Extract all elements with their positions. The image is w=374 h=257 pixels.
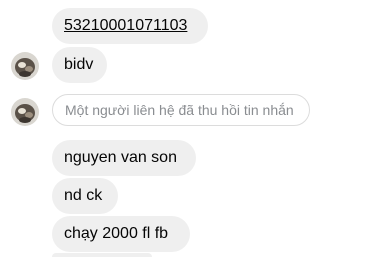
message-text: bidv bbox=[64, 56, 94, 73]
message-bubble[interactable]: bidv bbox=[52, 47, 107, 83]
message-bubble[interactable]: nd ck bbox=[52, 178, 118, 214]
message-bubble-partial[interactable] bbox=[52, 253, 152, 257]
message-text: 53210001071103 bbox=[64, 17, 188, 34]
message-bubble[interactable]: chạy 2000 fl fb bbox=[52, 216, 190, 252]
message-bubble[interactable]: 53210001071103 bbox=[52, 8, 208, 44]
message-text: nd ck bbox=[64, 187, 103, 204]
message-text: chạy 2000 fl fb bbox=[64, 225, 169, 242]
avatar[interactable] bbox=[11, 98, 39, 126]
unsent-text: Một người liên hệ đã thu hồi tin nhắn bbox=[65, 102, 294, 118]
message-text: nguyen van son bbox=[64, 149, 177, 166]
message-bubble[interactable]: nguyen van son bbox=[52, 140, 196, 176]
unsent-message-notice: Một người liên hệ đã thu hồi tin nhắn bbox=[52, 94, 310, 126]
avatar[interactable] bbox=[11, 52, 39, 80]
avatar-image bbox=[11, 52, 39, 80]
avatar-image bbox=[11, 98, 39, 126]
